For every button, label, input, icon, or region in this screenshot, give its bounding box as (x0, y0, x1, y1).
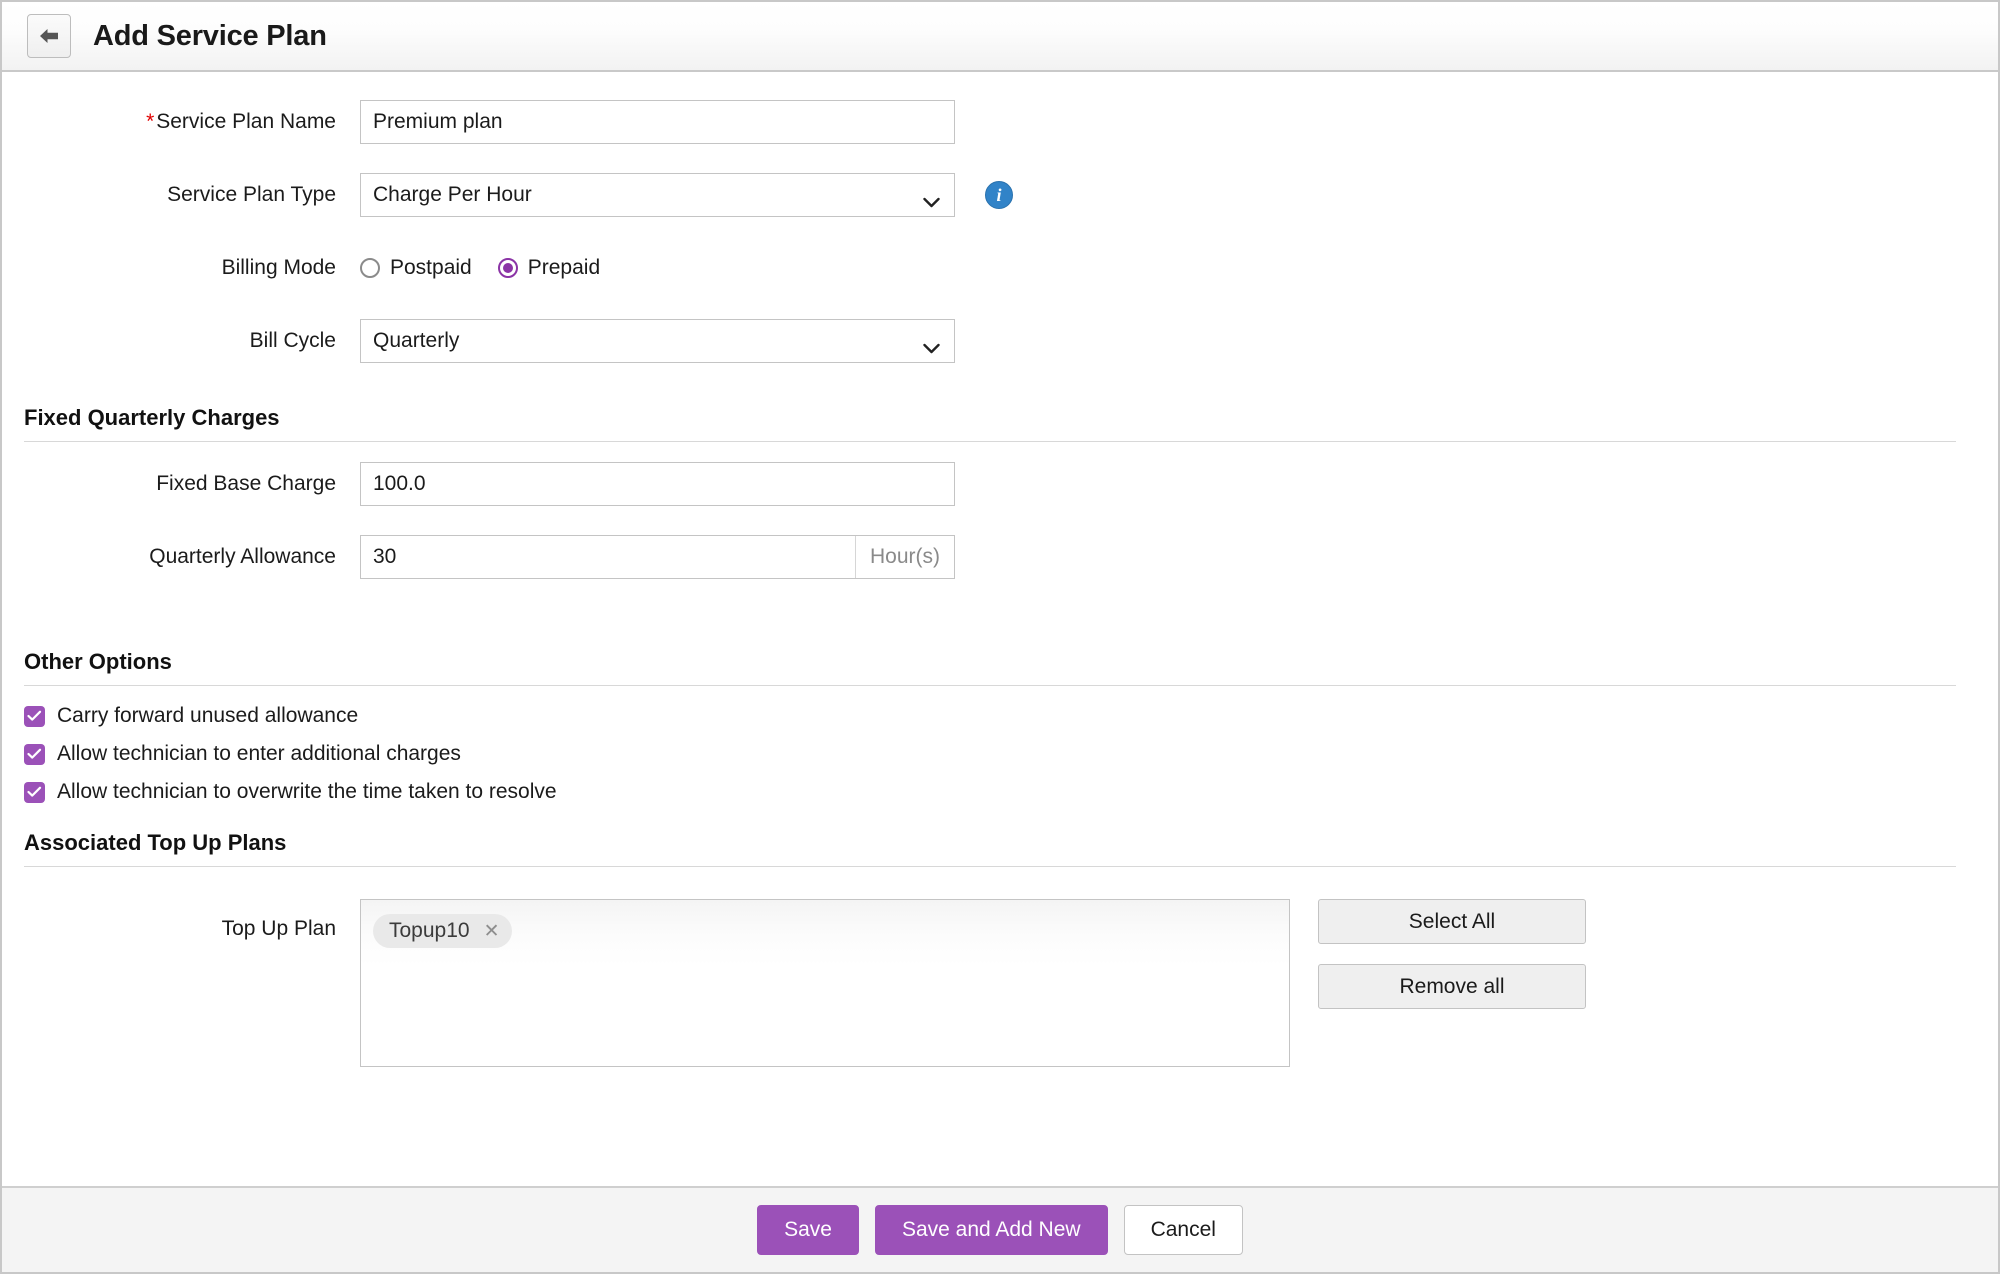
chip-topup10[interactable]: Topup10 ✕ (373, 914, 512, 948)
form-footer: Save Save and Add New Cancel (2, 1186, 1998, 1272)
service-plan-type-value: Charge Per Hour (373, 183, 532, 207)
billing-mode-label: Billing Mode (30, 246, 360, 290)
check-icon (24, 744, 45, 765)
other-options-list: Carry forward unused allowance Allow tec… (24, 704, 1970, 804)
service-plan-name-label: *Service Plan Name (30, 100, 360, 144)
check-icon (24, 706, 45, 727)
radio-prepaid-label: Prepaid (528, 256, 600, 280)
field-billing-mode: Billing Mode Postpaid Prepaid (30, 246, 1970, 290)
info-icon[interactable]: i (985, 181, 1013, 209)
top-up-plan-chipbox[interactable]: Topup10 ✕ (360, 899, 1290, 1067)
section-divider (24, 685, 1956, 686)
top-up-section-title: Associated Top Up Plans (24, 830, 1970, 856)
page-header: Add Service Plan (2, 2, 1998, 72)
top-up-section: Associated Top Up Plans (24, 830, 1970, 867)
back-button[interactable] (27, 14, 71, 58)
field-fixed-base-charge: Fixed Base Charge (30, 462, 1970, 506)
add-service-plan-window: Add Service Plan *Service Plan Name Serv… (0, 0, 2000, 1274)
select-all-button[interactable]: Select All (1318, 899, 1586, 944)
field-bill-cycle: Bill Cycle Quarterly (30, 319, 1970, 363)
checkbox-additional-charges-label: Allow technician to enter additional cha… (57, 742, 461, 766)
fixed-base-charge-input[interactable] (360, 462, 955, 506)
field-service-plan-type: Service Plan Type Charge Per Hour i (30, 173, 1970, 217)
form-body: *Service Plan Name Service Plan Type Cha… (2, 72, 1998, 1186)
checkbox-overwrite-time-label: Allow technician to overwrite the time t… (57, 780, 557, 804)
field-quarterly-allowance: Quarterly Allowance Hour(s) (30, 535, 1970, 579)
required-marker: * (146, 110, 154, 133)
checkbox-carry-forward[interactable]: Carry forward unused allowance (24, 704, 1970, 728)
back-arrow-icon (38, 27, 60, 45)
radio-postpaid-dot (360, 258, 380, 278)
bill-cycle-value: Quarterly (373, 329, 459, 353)
service-plan-type-select[interactable]: Charge Per Hour (360, 173, 955, 217)
cancel-button[interactable]: Cancel (1124, 1205, 1243, 1255)
section-divider (24, 441, 1956, 442)
quarterly-allowance-unit: Hour(s) (855, 536, 954, 578)
save-and-add-new-button[interactable]: Save and Add New (875, 1205, 1108, 1255)
radio-postpaid-label: Postpaid (390, 256, 472, 280)
quarterly-allowance-label: Quarterly Allowance (30, 535, 360, 579)
fixed-charges-section-title: Fixed Quarterly Charges (24, 405, 1970, 431)
checkbox-carry-forward-label: Carry forward unused allowance (57, 704, 358, 728)
checkbox-overwrite-time[interactable]: Allow technician to overwrite the time t… (24, 780, 1970, 804)
field-service-plan-name: *Service Plan Name (30, 100, 1970, 144)
field-top-up-plan: Top Up Plan Topup10 ✕ Select All Remove … (30, 899, 1970, 1067)
radio-postpaid[interactable]: Postpaid (360, 256, 472, 280)
fixed-charges-section: Fixed Quarterly Charges (24, 405, 1970, 442)
section-divider (24, 866, 1956, 867)
check-icon (24, 782, 45, 803)
save-button[interactable]: Save (757, 1205, 859, 1255)
other-options-section-title: Other Options (24, 649, 1970, 675)
remove-all-button[interactable]: Remove all (1318, 964, 1586, 1009)
checkbox-additional-charges[interactable]: Allow technician to enter additional cha… (24, 742, 1970, 766)
radio-prepaid[interactable]: Prepaid (498, 256, 600, 280)
fixed-base-charge-label: Fixed Base Charge (30, 462, 360, 506)
chevron-down-icon (923, 336, 940, 347)
service-plan-type-label: Service Plan Type (30, 173, 360, 217)
top-up-plan-label: Top Up Plan (30, 899, 360, 959)
chevron-down-icon (923, 190, 940, 201)
page-title: Add Service Plan (93, 20, 327, 53)
other-options-section: Other Options (24, 649, 1970, 686)
bill-cycle-label: Bill Cycle (30, 319, 360, 363)
quarterly-allowance-field: Hour(s) (360, 535, 955, 579)
chip-topup10-label: Topup10 (389, 919, 470, 943)
quarterly-allowance-input[interactable] (361, 536, 855, 578)
service-plan-name-input[interactable] (360, 100, 955, 144)
close-icon[interactable]: ✕ (484, 922, 500, 941)
radio-prepaid-dot (498, 258, 518, 278)
bill-cycle-select[interactable]: Quarterly (360, 319, 955, 363)
